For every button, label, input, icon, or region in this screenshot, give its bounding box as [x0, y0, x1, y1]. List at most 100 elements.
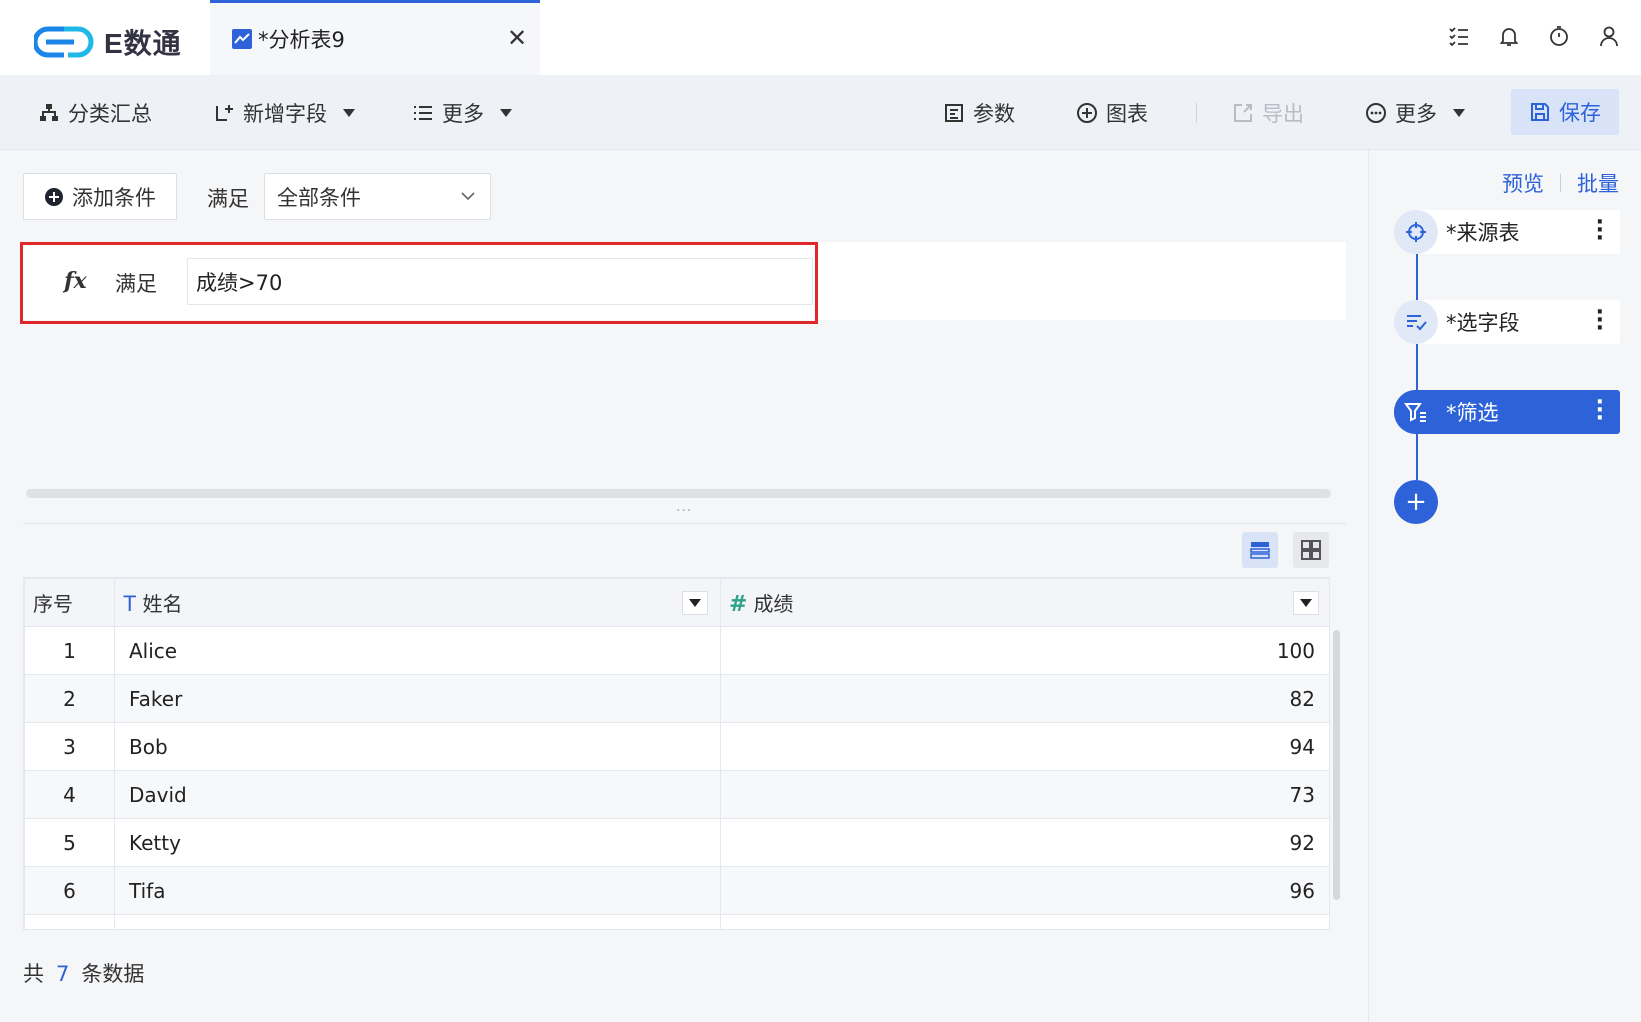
- table-row: 2 Faker 82: [24, 674, 1329, 723]
- chevron-down-icon: [461, 192, 475, 201]
- condition-expression-text: 成绩>70: [196, 270, 283, 295]
- save-label: 保存: [1559, 101, 1601, 125]
- grid-view-icon: [1301, 540, 1321, 560]
- more-left-button[interactable]: 更多: [412, 75, 512, 150]
- add-field-icon: [216, 104, 233, 121]
- step-source-table[interactable]: *来源表 · · ·: [1394, 210, 1620, 254]
- user-icon[interactable]: [1597, 24, 1621, 48]
- chevron-down-icon: [1453, 108, 1465, 117]
- cell-index: 4: [24, 770, 115, 819]
- crosshair-icon: [1394, 210, 1438, 254]
- grid-view-button[interactable]: [1293, 532, 1329, 568]
- satisfy-label: 满足: [207, 187, 249, 211]
- condition-mode-value: 全部条件: [277, 185, 361, 210]
- params-icon: [945, 103, 963, 122]
- header-index-label: 序号: [33, 592, 73, 616]
- cell-score: 100: [720, 626, 1329, 675]
- tab-close-icon[interactable]: ✕: [504, 24, 530, 52]
- cell-index: 3: [24, 722, 115, 771]
- formula-icon[interactable]: fx: [64, 268, 87, 294]
- toolbar: 分类汇总 新增字段 更多 参数 图表 导出 更多 保存: [0, 75, 1641, 150]
- cell-index: 7: [24, 914, 115, 929]
- group-summary-label: 分类汇总: [68, 101, 152, 126]
- table-row: 6 Tifa 96: [24, 866, 1329, 915]
- table-row: 1 Alice 100: [24, 626, 1329, 675]
- step-label: *选字段: [1446, 311, 1520, 335]
- cell-name: Alice: [114, 626, 721, 675]
- export-icon: [1234, 103, 1252, 122]
- table-view-button[interactable]: [1242, 532, 1278, 568]
- cell-score: 73: [720, 770, 1329, 819]
- step-filter[interactable]: *筛选 · · ·: [1394, 390, 1620, 434]
- chevron-down-icon: [500, 108, 512, 117]
- field-select-icon: [1394, 300, 1438, 344]
- chart-line-icon: [232, 29, 252, 49]
- link-divider: [1560, 174, 1561, 192]
- cell-index: 1: [24, 626, 115, 675]
- timer-icon[interactable]: [1547, 24, 1571, 48]
- new-field-button[interactable]: 新增字段: [213, 75, 355, 150]
- header-index: 序号: [24, 578, 115, 627]
- score-column-menu-button[interactable]: [1293, 591, 1319, 615]
- table-view-icon: [1250, 542, 1270, 559]
- add-step-button[interactable]: +: [1394, 480, 1438, 524]
- batch-link[interactable]: 批量: [1577, 168, 1619, 198]
- cell-name: David: [114, 770, 721, 819]
- toolbar-divider: [1196, 103, 1197, 123]
- row-count-footer: 共 7 条数据: [23, 958, 144, 988]
- name-column-menu-button[interactable]: [682, 591, 708, 615]
- preview-link[interactable]: 预览: [1502, 168, 1544, 198]
- step-label: *来源表: [1446, 221, 1520, 245]
- resize-handle[interactable]: ···: [676, 503, 692, 519]
- condition-mode-select[interactable]: 全部条件: [264, 173, 491, 220]
- header-name[interactable]: T 姓名: [114, 578, 721, 627]
- header-score[interactable]: # 成绩: [720, 578, 1329, 627]
- group-summary-button[interactable]: 分类汇总: [38, 75, 152, 150]
- right-panel-links: 预览 批量: [1502, 168, 1619, 198]
- tab-analysis-sheet[interactable]: *分析表9 ✕: [210, 0, 540, 75]
- top-icons: [1447, 24, 1621, 48]
- filter-icon: [1394, 390, 1438, 434]
- hierarchy-icon: [40, 103, 58, 121]
- task-list-icon[interactable]: [1447, 24, 1471, 48]
- table-row: 7Cloud87: [24, 914, 1329, 929]
- cell-name: Ketty: [114, 818, 721, 867]
- table-row: 4 David 73: [24, 770, 1329, 819]
- step-more-icon[interactable]: · · ·: [1596, 212, 1604, 250]
- vertical-scrollbar[interactable]: [1333, 630, 1340, 900]
- footer-count: 7: [56, 962, 70, 986]
- step-select-fields[interactable]: *选字段 · · ·: [1394, 300, 1620, 344]
- more-left-label: 更多: [442, 101, 484, 126]
- cell-index: 2: [24, 674, 115, 723]
- number-type-icon: #: [729, 592, 748, 617]
- cell-name: Cloud: [114, 914, 721, 929]
- cell-score: 96: [720, 866, 1329, 915]
- export-button[interactable]: 导出: [1232, 75, 1304, 150]
- step-more-icon[interactable]: · · ·: [1596, 302, 1604, 340]
- step-label: *筛选: [1446, 401, 1499, 425]
- params-button[interactable]: 参数: [943, 75, 1015, 150]
- add-condition-label: 添加条件: [72, 185, 156, 210]
- panel-divider: [23, 523, 1346, 524]
- save-button[interactable]: 保存: [1511, 89, 1619, 135]
- table-header-row: 序号 T 姓名 # 成绩: [24, 578, 1329, 627]
- logo-text: E数通: [104, 28, 182, 59]
- table-row: 5 Ketty 92: [24, 818, 1329, 867]
- logo-icon: [34, 26, 94, 58]
- export-label: 导出: [1262, 101, 1304, 126]
- more-right-button[interactable]: 更多: [1365, 75, 1465, 150]
- list-icon: [414, 105, 432, 120]
- chart-button[interactable]: 图表: [1076, 75, 1148, 150]
- chevron-down-icon: [1300, 599, 1312, 607]
- condition-expression-input[interactable]: 成绩>70: [187, 258, 813, 305]
- app-logo[interactable]: E数通: [34, 22, 182, 62]
- right-panel: [1368, 150, 1641, 1022]
- add-condition-button[interactable]: 添加条件: [23, 173, 177, 220]
- save-icon: [1531, 103, 1549, 121]
- cell-name: Tifa: [114, 866, 721, 915]
- chart-label: 图表: [1106, 101, 1148, 126]
- cell-name: Bob: [114, 722, 721, 771]
- bell-icon[interactable]: [1497, 24, 1521, 48]
- step-more-icon[interactable]: · · ·: [1596, 392, 1604, 430]
- horizontal-scrollbar[interactable]: [26, 489, 1331, 498]
